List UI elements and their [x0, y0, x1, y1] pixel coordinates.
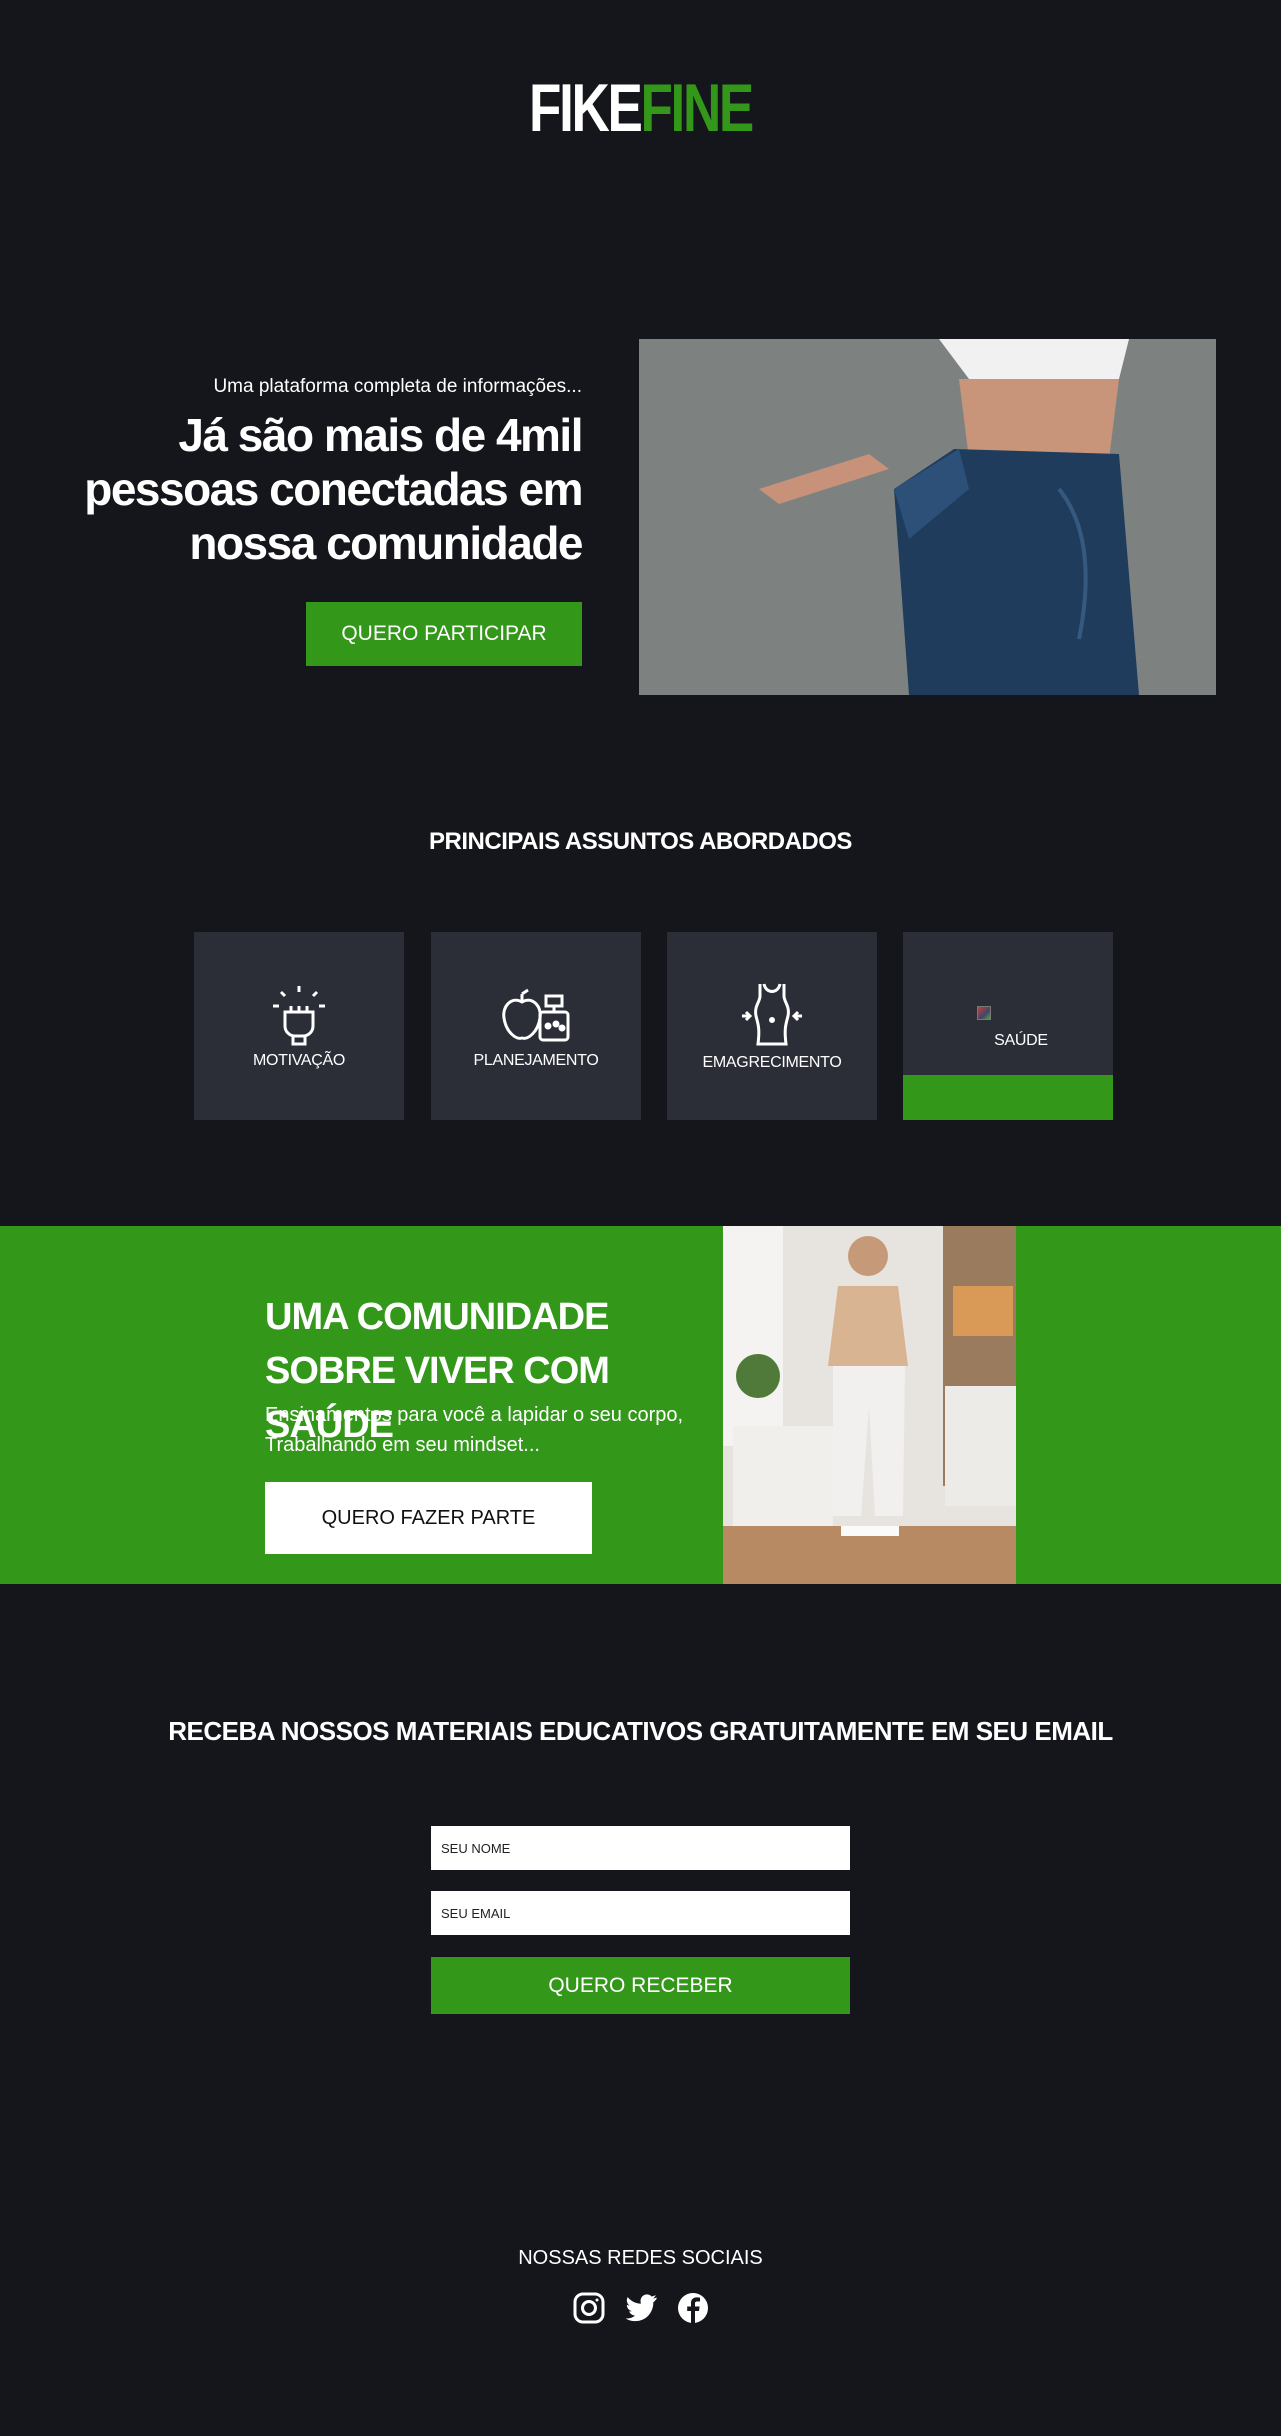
- newsletter-title: RECEBA NOSSOS MATERIAIS EDUCATIVOS GRATU…: [168, 1716, 1113, 1746]
- hero-kicker: Uma plataforma completa de informações..…: [213, 376, 582, 397]
- twitter-icon[interactable]: [624, 2291, 658, 2325]
- hero-image-jeans: [639, 339, 1216, 695]
- facebook-icon[interactable]: [676, 2291, 710, 2325]
- topic-card-motivacao[interactable]: MOTIVAÇÃO: [194, 932, 404, 1120]
- hero-title: Já são mais de 4mil pessoas conectadas e…: [84, 409, 583, 569]
- hero-text: Uma plataforma completa de informações..…: [60, 376, 583, 570]
- topic-card-accent-bar: [903, 1075, 1113, 1120]
- topic-label: PLANEJAMENTO: [473, 1052, 599, 1069]
- topic-label: MOTIVAÇÃO: [252, 1052, 346, 1069]
- email-field[interactable]: [431, 1891, 850, 1935]
- join-community-button[interactable]: QUERO FAZER PARTE: [265, 1482, 592, 1554]
- community-image-woman-scale: [723, 1226, 1016, 1584]
- diet-scale-icon: [500, 982, 572, 1046]
- join-button[interactable]: QUERO PARTICIPAR: [306, 602, 582, 666]
- community-subtitle: Ensinamentos para você a lapidar o seu c…: [265, 1404, 684, 1456]
- logo[interactable]: FIKEFINE: [141, 74, 1140, 142]
- social-icons: [0, 2291, 1281, 2325]
- body-waist-icon: [740, 980, 804, 1048]
- topic-card-saude[interactable]: SAÚDE: [903, 932, 1113, 1120]
- broken-image-icon: [977, 1006, 991, 1020]
- logo-part-white: FIKE: [529, 70, 643, 146]
- instagram-icon[interactable]: [572, 2291, 606, 2325]
- community-image-illustration: [723, 1226, 1016, 1584]
- topic-label: SAÚDE: [994, 1032, 1048, 1049]
- topic-card-emagrecimento[interactable]: EMAGRECIMENTO: [667, 932, 877, 1120]
- topic-label: EMAGRECIMENTO: [702, 1054, 842, 1071]
- subscribe-button[interactable]: QUERO RECEBER: [431, 1957, 850, 2014]
- logo-part-green: FINE: [640, 70, 755, 146]
- hero-image-illustration: [639, 339, 1216, 695]
- name-field[interactable]: [431, 1826, 850, 1870]
- topic-card-planejamento[interactable]: PLANEJAMENTO: [431, 932, 641, 1120]
- fist-icon: [267, 982, 331, 1046]
- social-title: NOSSAS REDES SOCIAIS: [518, 2247, 763, 2269]
- topics-title: PRINCIPAIS ASSUNTOS ABORDADOS: [429, 828, 852, 855]
